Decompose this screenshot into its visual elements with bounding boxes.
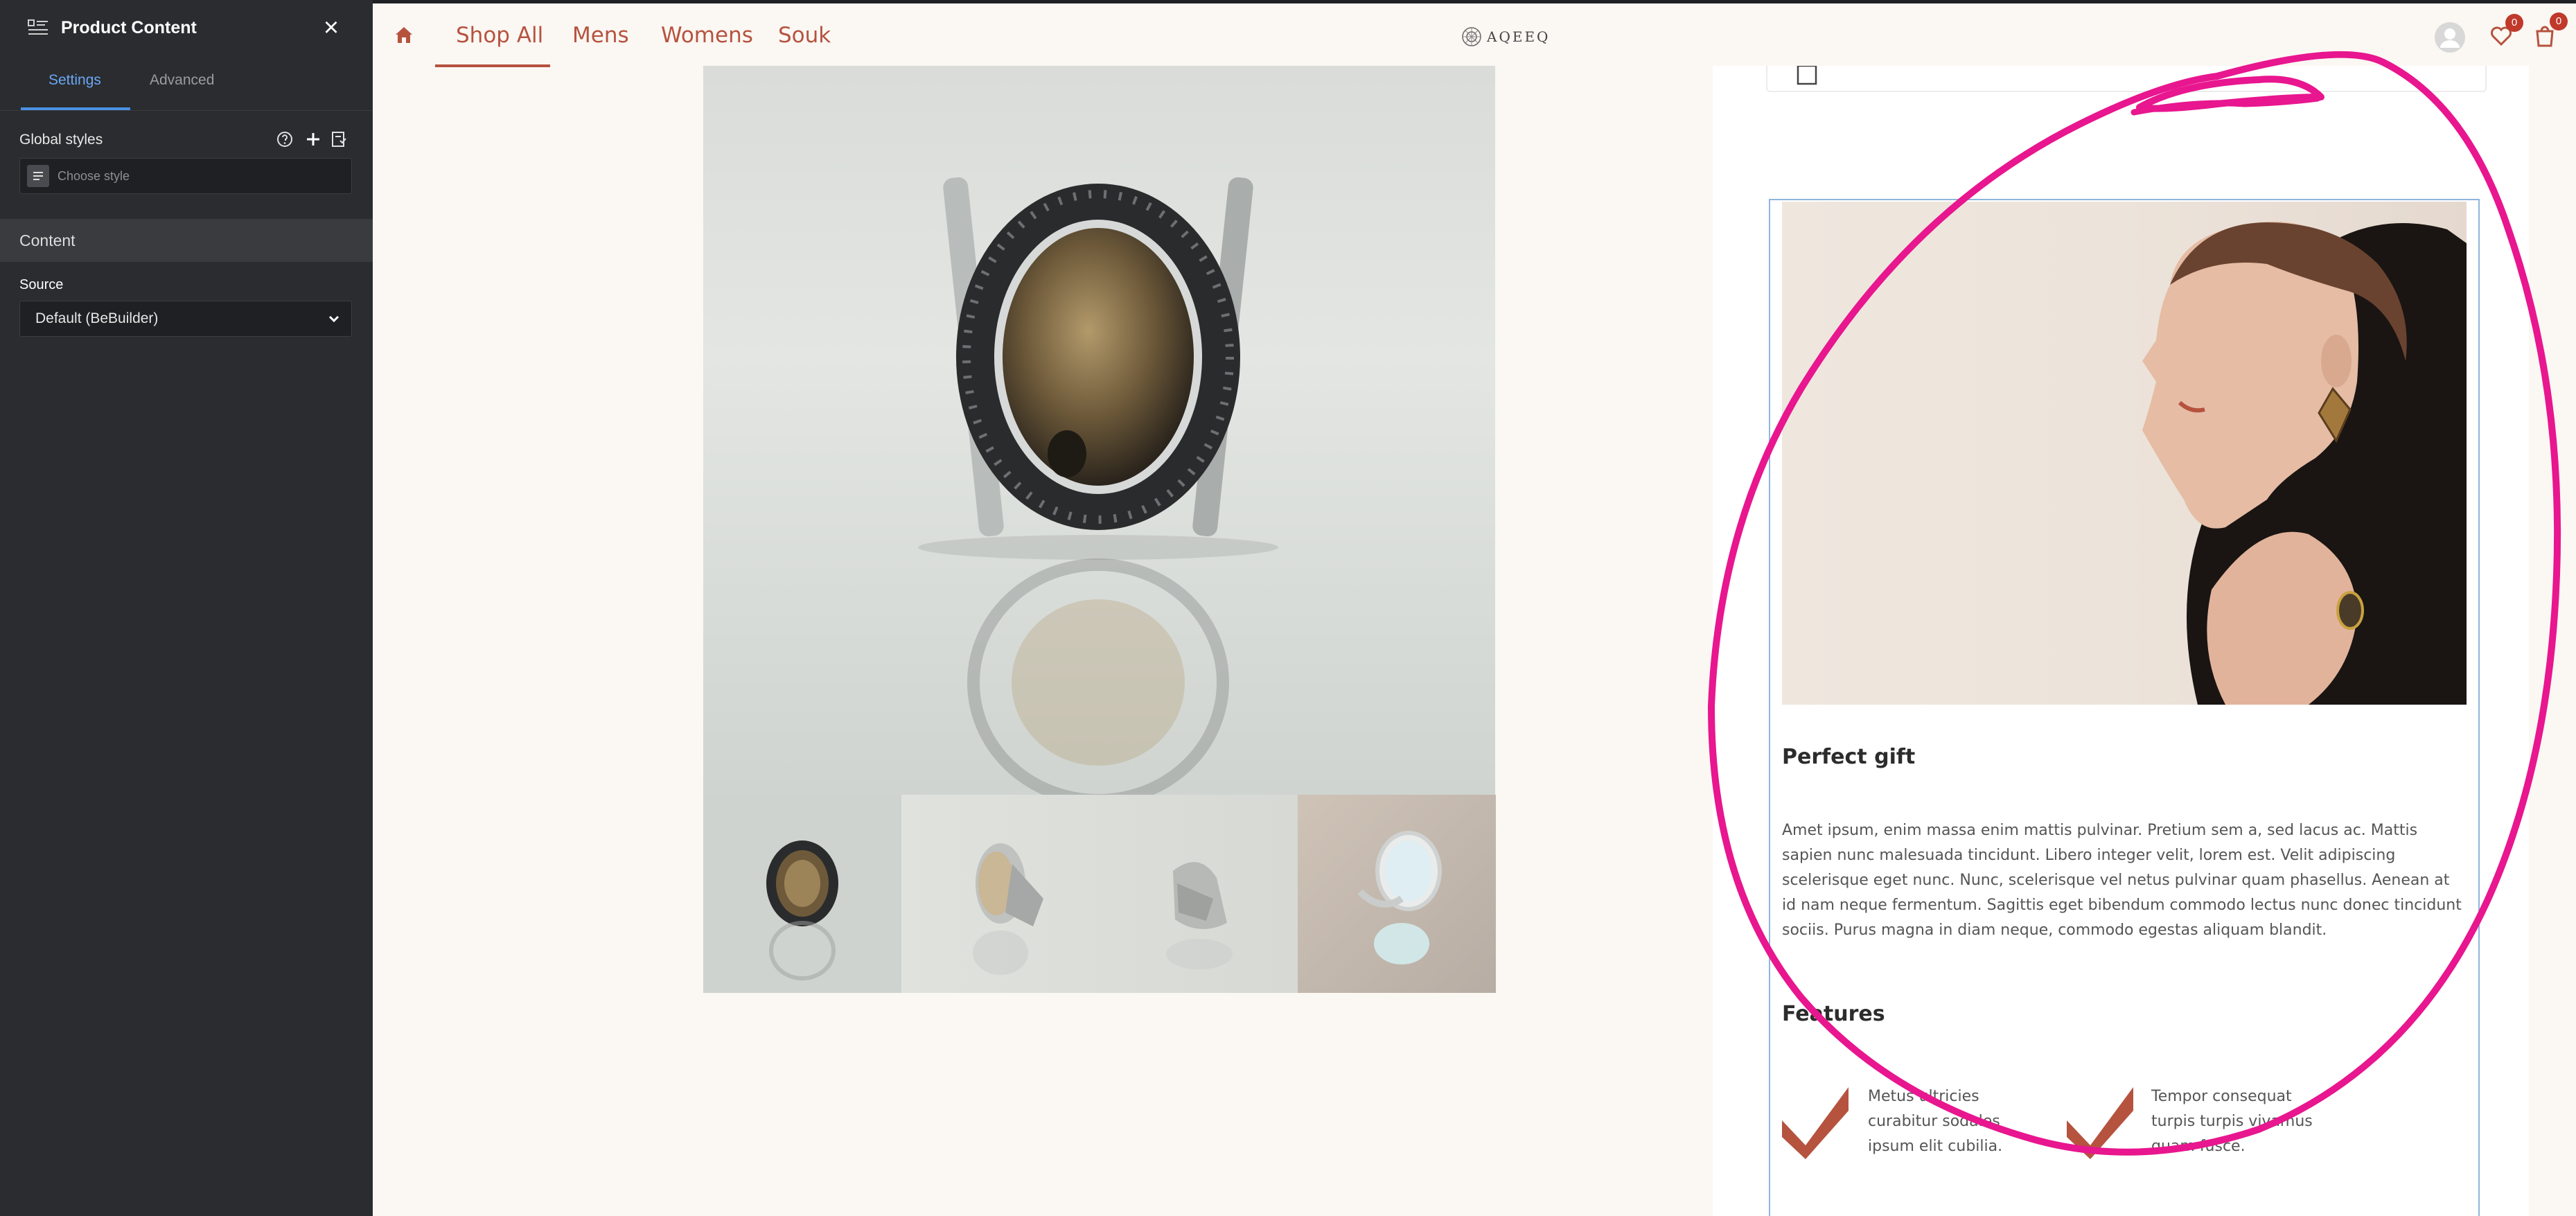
perfect-gift-text: Amet ipsum, enim massa enim mattis pulvi… [1782, 822, 2462, 939]
global-style-select[interactable]: Choose style [19, 158, 352, 194]
active-tab-indicator [21, 107, 130, 110]
source-select-value: Default (BeBuilder) [35, 310, 159, 326]
style-list-icon [27, 165, 49, 187]
previous-section-box [1766, 66, 2487, 92]
save-style-icon[interactable] [330, 130, 348, 148]
document-icon [1797, 66, 1817, 85]
settings-panel: Product Content × Settings Advanced Glob… [0, 0, 373, 1216]
product-main-image[interactable] [703, 66, 1495, 795]
help-icon[interactable] [276, 130, 294, 148]
source-select[interactable]: Default (BeBuilder) [19, 301, 352, 337]
model-earring-image[interactable] [1782, 202, 2467, 705]
global-styles-label: Global styles [19, 132, 103, 148]
site-logo[interactable]: AQEEQ [1461, 23, 1550, 51]
source-label: Source [19, 277, 64, 292]
main-navigation: Shop All Mens Womens Souk AQEEQ [373, 3, 2576, 67]
active-nav-indicator [435, 64, 550, 67]
checkmark-icon [1782, 1087, 1849, 1159]
logo-mark-icon [1462, 27, 1481, 46]
logo-text: AQEEQ [1487, 28, 1551, 45]
close-icon[interactable]: × [317, 14, 345, 42]
nav-mens[interactable]: Mens [572, 23, 629, 48]
checkmark-icon [2067, 1087, 2133, 1159]
thumbnail-agate-ring[interactable] [703, 795, 901, 993]
product-content-block[interactable]: Perfect gift Amet ipsum, enim massa enim… [1769, 199, 2480, 1216]
home-icon[interactable] [394, 24, 414, 45]
tab-settings[interactable]: Settings [48, 72, 101, 89]
style-select-placeholder: Choose style [58, 168, 130, 183]
thumbnail-opal-ring[interactable] [1298, 795, 1496, 993]
panel-title: Product Content [61, 17, 197, 37]
wishlist-count-badge: 0 [2505, 14, 2523, 32]
site-preview: Shop All Mens Womens Souk AQEEQ 0 0 Perf… [373, 0, 2576, 1216]
chevron-down-icon [328, 315, 339, 323]
feature-2-text: Tempor consequat turpis turpis vivamus q… [2151, 1088, 2313, 1155]
tab-advanced[interactable]: Advanced [150, 72, 214, 89]
feature-1-text: Metus ultricies curabitur sodales ipsum … [1868, 1088, 2003, 1155]
features-heading: Features [1782, 1002, 1885, 1026]
perfect-gift-heading: Perfect gift [1782, 745, 1916, 769]
thumbnail-ring-side[interactable] [901, 795, 1298, 993]
plus-icon[interactable] [304, 130, 322, 148]
agate-ring-photo [918, 177, 1278, 795]
nav-souk[interactable]: Souk [778, 23, 831, 48]
nav-shop-all[interactable]: Shop All [456, 23, 543, 48]
nav-womens[interactable]: Womens [661, 23, 753, 48]
cart-count-badge: 0 [2550, 12, 2568, 30]
product-content-column: Perfect gift Amet ipsum, enim massa enim… [1713, 66, 2529, 1216]
user-avatar-icon[interactable] [2434, 21, 2466, 53]
layout-icon [28, 19, 48, 35]
content-section-header[interactable]: Content [0, 219, 373, 262]
panel-tabs: Settings Advanced [0, 55, 373, 111]
